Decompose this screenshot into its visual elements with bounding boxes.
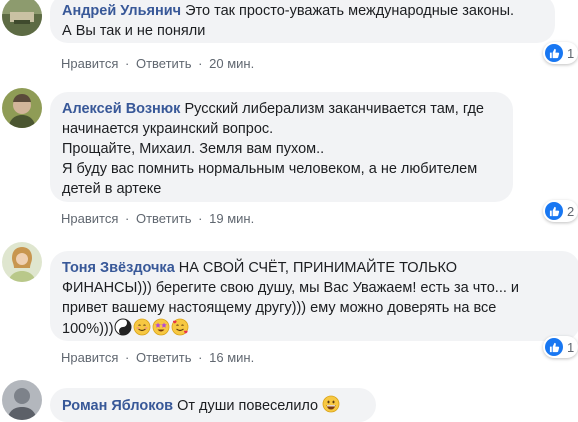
comment-bubble: Тоня Звёздочка НА СВОЙ СЧЁТ, ПРИНИМАЙТЕ Т… [50,251,578,341]
comment-text: привет вашему настоящему другу))) ему мо… [62,300,497,316]
like-link[interactable]: Нравится [61,56,118,71]
reaction-number: 1 [567,45,575,61]
comment-bubble: Роман Яблоков От души повеселило [50,388,376,422]
comment-text: 100%))) [62,321,114,337]
avatar[interactable] [2,88,42,128]
avatar-image-icon [2,242,42,282]
comment-text: НА СВОЙ СЧЁТ, ПРИНИМАЙТЕ ТОЛЬКО [178,260,458,276]
thumbs-up-icon [545,338,563,356]
comment-author[interactable]: Тоня Звёздочка [62,260,175,276]
avatar-image-icon [2,0,42,36]
thumbs-up-icon [545,202,563,220]
comment-author[interactable]: Алексей Вознюк [62,101,180,117]
star-struck-icon [152,318,170,336]
comment-bubble: Андрей Ульянич Это так просто-уважать меж… [50,0,555,43]
smiling-face-with-hearts-icon [171,318,189,336]
comment-time[interactable]: 20 мин. [209,56,254,71]
comment-bubble: Алексей Вознюк Русский либерализм заканчи… [50,92,513,202]
avatar[interactable] [2,242,42,282]
avatar-image-icon [2,380,42,420]
separator: · [198,56,203,71]
like-link[interactable]: Нравится [61,211,118,226]
comment-text: детей в артеке [62,181,162,197]
smiling-face-icon [133,318,151,336]
comment-actions: Нравится · Ответить · 19 мин. [61,211,254,226]
comment-text: ФИНАНСЫ))) берегите свою душу, мы Вас Ув… [62,280,520,296]
reaction-number: 2 [567,203,575,219]
comment-actions: Нравится · Ответить · 16 мин. [61,350,254,365]
reaction-number: 1 [567,339,575,355]
thumbs-up-icon [545,44,563,62]
comment-text: Это так просто-уважать международные зак… [185,3,515,19]
reply-link[interactable]: Ответить [136,56,192,71]
comment-actions: Нравится · Ответить · 20 мин. [61,56,254,71]
reply-link[interactable]: Ответить [136,350,192,365]
comment-text: Я буду вас помнить нормальным человеком,… [62,161,478,177]
reaction-count[interactable]: 1 [543,42,578,64]
separator: · [125,350,130,365]
avatar-image-icon [2,88,42,128]
reaction-count[interactable]: 1 [543,336,578,358]
like-link[interactable]: Нравится [61,350,118,365]
comment-text: начинается украинский вопрос. [62,121,274,137]
comment-author[interactable]: Роман Яблоков [62,398,173,414]
separator: · [198,211,203,226]
reply-link[interactable]: Ответить [136,211,192,226]
avatar[interactable] [2,380,42,420]
comment-text: А Вы так и не поняли [62,23,206,39]
comment-text: Русский либерализм заканчивается там, гд… [184,101,484,117]
yin-yang-icon [114,318,132,336]
comment-time[interactable]: 16 мин. [209,350,254,365]
comment-author[interactable]: Андрей Ульянич [62,3,181,19]
separator: · [125,211,130,226]
avatar[interactable] [2,0,42,36]
reaction-count[interactable]: 2 [543,200,578,222]
comment-time[interactable]: 19 мин. [209,211,254,226]
grinning-face-icon [322,395,340,413]
comment-text: От души повеселило [177,398,319,414]
comment-text: Прощайте, Михаил. Земля вам пухом.. [62,141,325,157]
separator: · [125,56,130,71]
separator: · [198,350,203,365]
